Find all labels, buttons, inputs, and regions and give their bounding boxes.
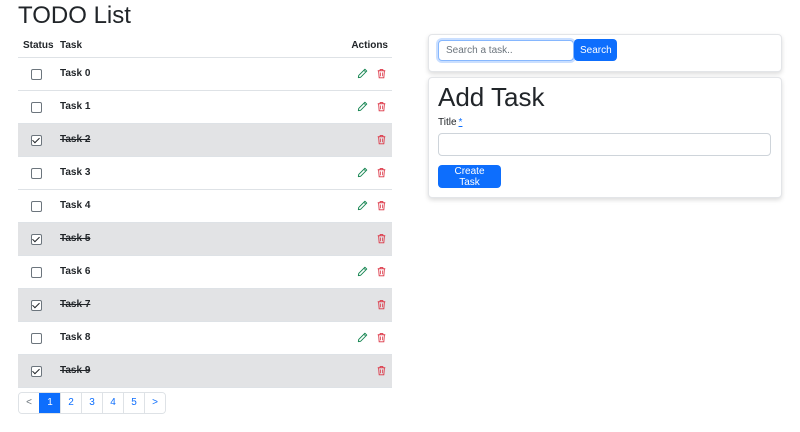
table-row: Task 1: [18, 91, 392, 124]
table-header: Status Task Actions: [18, 34, 392, 58]
status-checkbox[interactable]: [31, 168, 42, 179]
pencil-icon[interactable]: [357, 200, 368, 211]
page-title: TODO List: [18, 2, 131, 29]
table-row: Task 7: [18, 289, 392, 322]
pagination-next[interactable]: >: [144, 393, 165, 413]
trash-icon[interactable]: [376, 332, 387, 343]
trash-icon[interactable]: [376, 167, 387, 178]
search-button[interactable]: Search: [574, 39, 617, 61]
pagination-prev[interactable]: <: [19, 393, 39, 413]
task-title: Task 9: [60, 365, 91, 376]
status-checkbox[interactable]: [31, 234, 42, 245]
table-row: Task 2: [18, 124, 392, 157]
table-row: Task 9: [18, 355, 392, 388]
task-title: Task 6: [60, 266, 91, 277]
actions-column-header: Actions: [351, 40, 388, 51]
table-row: Task 8: [18, 322, 392, 355]
search-input[interactable]: [438, 40, 574, 61]
status-checkbox[interactable]: [31, 333, 42, 344]
status-checkbox[interactable]: [31, 366, 42, 377]
pencil-icon[interactable]: [357, 68, 368, 79]
table-row: Task 3: [18, 157, 392, 190]
page-link-5[interactable]: 5: [123, 393, 144, 413]
page-link-3[interactable]: 3: [81, 393, 102, 413]
status-column-header: Status: [23, 40, 54, 51]
task-title: Task 3: [60, 167, 91, 178]
create-task-button[interactable]: Create Task: [438, 165, 501, 188]
status-checkbox[interactable]: [31, 201, 42, 212]
table-row: Task 6: [18, 256, 392, 289]
status-checkbox[interactable]: [31, 69, 42, 80]
task-title: Task 1: [60, 101, 91, 112]
trash-icon[interactable]: [376, 134, 387, 145]
task-title: Task 7: [60, 299, 91, 310]
status-checkbox[interactable]: [31, 300, 42, 311]
trash-icon[interactable]: [376, 233, 387, 244]
status-checkbox[interactable]: [31, 267, 42, 278]
pencil-icon[interactable]: [357, 332, 368, 343]
task-title: Task 2: [60, 134, 91, 145]
trash-icon[interactable]: [376, 266, 387, 277]
task-title: Task 4: [60, 200, 91, 211]
pencil-icon[interactable]: [357, 167, 368, 178]
table-row: Task 0: [18, 58, 392, 91]
status-checkbox[interactable]: [31, 135, 42, 146]
table-row: Task 4: [18, 190, 392, 223]
required-mark: *: [458, 117, 463, 128]
pencil-icon[interactable]: [357, 266, 368, 277]
task-title: Task 8: [60, 332, 91, 343]
task-title: Task 5: [60, 233, 91, 244]
page-link-4[interactable]: 4: [102, 393, 123, 413]
search-card: Search: [428, 34, 782, 72]
title-label: Title *: [438, 117, 462, 128]
status-checkbox[interactable]: [31, 102, 42, 113]
task-column-header: Task: [60, 40, 83, 51]
task-title: Task 0: [60, 68, 91, 79]
title-label-text: Title: [438, 117, 457, 128]
page-link-2[interactable]: 2: [60, 393, 81, 413]
add-task-card: Add Task Title * Create Task: [428, 77, 782, 198]
todo-table: Status Task Actions Task 0 Task 1 Task 2 Ta…: [18, 34, 392, 388]
trash-icon[interactable]: [376, 68, 387, 79]
trash-icon[interactable]: [376, 200, 387, 211]
page-link-1[interactable]: 1: [39, 393, 60, 413]
trash-icon[interactable]: [376, 101, 387, 112]
pencil-icon[interactable]: [357, 101, 368, 112]
trash-icon[interactable]: [376, 299, 387, 310]
trash-icon[interactable]: [376, 365, 387, 376]
pagination: < 1 2 3 4 5 >: [18, 392, 166, 414]
title-input[interactable]: [438, 133, 771, 156]
add-task-heading: Add Task: [438, 82, 545, 112]
table-row: Task 5: [18, 223, 392, 256]
